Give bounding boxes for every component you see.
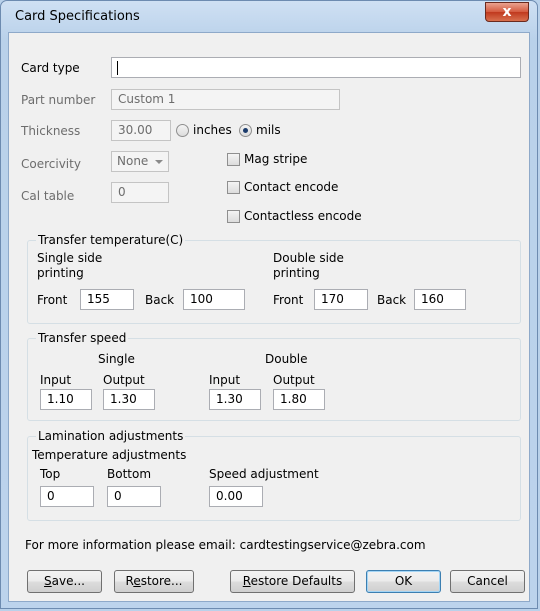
double-output-label: Output bbox=[273, 373, 315, 387]
double-back-label: Back bbox=[377, 293, 407, 307]
thickness-label: Thickness bbox=[21, 124, 81, 138]
double-back-input[interactable]: 160 bbox=[414, 289, 466, 310]
coercivity-value: None bbox=[117, 154, 149, 168]
mils-radio[interactable] bbox=[239, 124, 252, 137]
restore-defaults-button[interactable]: Restore Defaults bbox=[230, 570, 355, 593]
single-input-label: Input bbox=[40, 373, 72, 387]
info-text: For more information please email: cardt… bbox=[25, 538, 426, 552]
coercivity-select: None bbox=[111, 151, 169, 172]
coercivity-label: Coercivity bbox=[21, 157, 81, 171]
transfer-speed-title: Transfer speed bbox=[36, 331, 129, 345]
restore-defaults-mnemonic: R bbox=[242, 574, 251, 588]
transfer-temperature-title: Transfer temperature(C) bbox=[36, 233, 186, 247]
temperature-adjustments-heading: Temperature adjustments bbox=[32, 448, 187, 462]
double-front-input[interactable]: 170 bbox=[314, 289, 368, 310]
bottom-label: Bottom bbox=[107, 467, 152, 481]
part-number-label: Part number bbox=[21, 93, 96, 107]
inches-radio[interactable] bbox=[176, 124, 189, 137]
single-input-field[interactable]: 1.10 bbox=[40, 389, 92, 410]
mils-label[interactable]: mils bbox=[256, 123, 281, 137]
single-side-heading-2: printing bbox=[37, 266, 84, 280]
close-icon: x bbox=[502, 4, 512, 20]
contactless-encode-label[interactable]: Contactless encode bbox=[244, 209, 362, 223]
top-label: Top bbox=[40, 467, 61, 481]
contactless-encode-checkbox[interactable] bbox=[227, 210, 240, 223]
single-front-input[interactable]: 155 bbox=[80, 289, 134, 310]
single-front-label: Front bbox=[37, 293, 68, 307]
dialog-window: Card Specifications x Card type Part num… bbox=[0, 0, 538, 609]
speed-single-heading: Single bbox=[98, 352, 135, 366]
restore-mnemonic: e bbox=[133, 574, 141, 588]
ok-button[interactable]: OK bbox=[366, 570, 441, 593]
title-bar[interactable]: Card Specifications x bbox=[1, 1, 537, 31]
lamination-group: Lamination adjustments Temperature adjus… bbox=[27, 429, 521, 521]
window-title: Card Specifications bbox=[15, 9, 140, 24]
restore-button[interactable]: Restore... bbox=[114, 570, 194, 593]
chevron-down-icon bbox=[155, 160, 163, 164]
single-output-field[interactable]: 1.30 bbox=[103, 389, 155, 410]
card-type-input[interactable] bbox=[111, 57, 521, 78]
cal-table-field: 0 bbox=[111, 182, 169, 203]
mag-stripe-label[interactable]: Mag stripe bbox=[244, 152, 307, 166]
mag-stripe-checkbox[interactable] bbox=[227, 153, 240, 166]
double-input-field[interactable]: 1.30 bbox=[209, 389, 261, 410]
double-front-label: Front bbox=[273, 293, 304, 307]
contact-encode-checkbox[interactable] bbox=[227, 181, 240, 194]
close-button[interactable]: x bbox=[485, 2, 529, 22]
double-side-heading: Double side bbox=[273, 251, 344, 265]
double-input-label: Input bbox=[209, 373, 241, 387]
thickness-field: 30.00 bbox=[111, 120, 171, 141]
card-type-label: Card type bbox=[21, 61, 80, 75]
top-input[interactable]: 0 bbox=[40, 486, 94, 507]
text-caret bbox=[117, 61, 118, 75]
transfer-speed-group: Transfer speed Single Double Input Outpu… bbox=[27, 331, 521, 421]
restore-defaults-label: estore Defaults bbox=[250, 574, 343, 588]
save-mnemonic: S bbox=[44, 574, 52, 588]
contact-encode-label[interactable]: Contact encode bbox=[244, 180, 338, 194]
restore-label: store... bbox=[140, 574, 183, 588]
speed-adjustment-label: Speed adjustment bbox=[209, 467, 319, 481]
save-button[interactable]: Save... bbox=[27, 570, 102, 593]
bottom-input[interactable]: 0 bbox=[107, 486, 161, 507]
single-back-input[interactable]: 100 bbox=[183, 289, 245, 310]
lamination-title: Lamination adjustments bbox=[36, 429, 186, 443]
cancel-button[interactable]: Cancel bbox=[450, 570, 525, 593]
double-output-field[interactable]: 1.80 bbox=[273, 389, 325, 410]
part-number-field: Custom 1 bbox=[111, 89, 340, 110]
cal-table-label: Cal table bbox=[21, 189, 75, 203]
single-side-heading: Single side bbox=[37, 251, 103, 265]
double-side-heading-2: printing bbox=[273, 266, 320, 280]
save-label: ave... bbox=[51, 574, 85, 588]
speed-double-heading: Double bbox=[265, 352, 308, 366]
single-back-label: Back bbox=[145, 293, 175, 307]
transfer-temperature-group: Transfer temperature(C) Single side prin… bbox=[27, 233, 521, 324]
single-output-label: Output bbox=[103, 373, 145, 387]
dialog-body: Card type Part number Custom 1 Thickness… bbox=[8, 32, 530, 602]
inches-label[interactable]: inches bbox=[193, 123, 232, 137]
speed-adjustment-input[interactable]: 0.00 bbox=[209, 486, 263, 507]
